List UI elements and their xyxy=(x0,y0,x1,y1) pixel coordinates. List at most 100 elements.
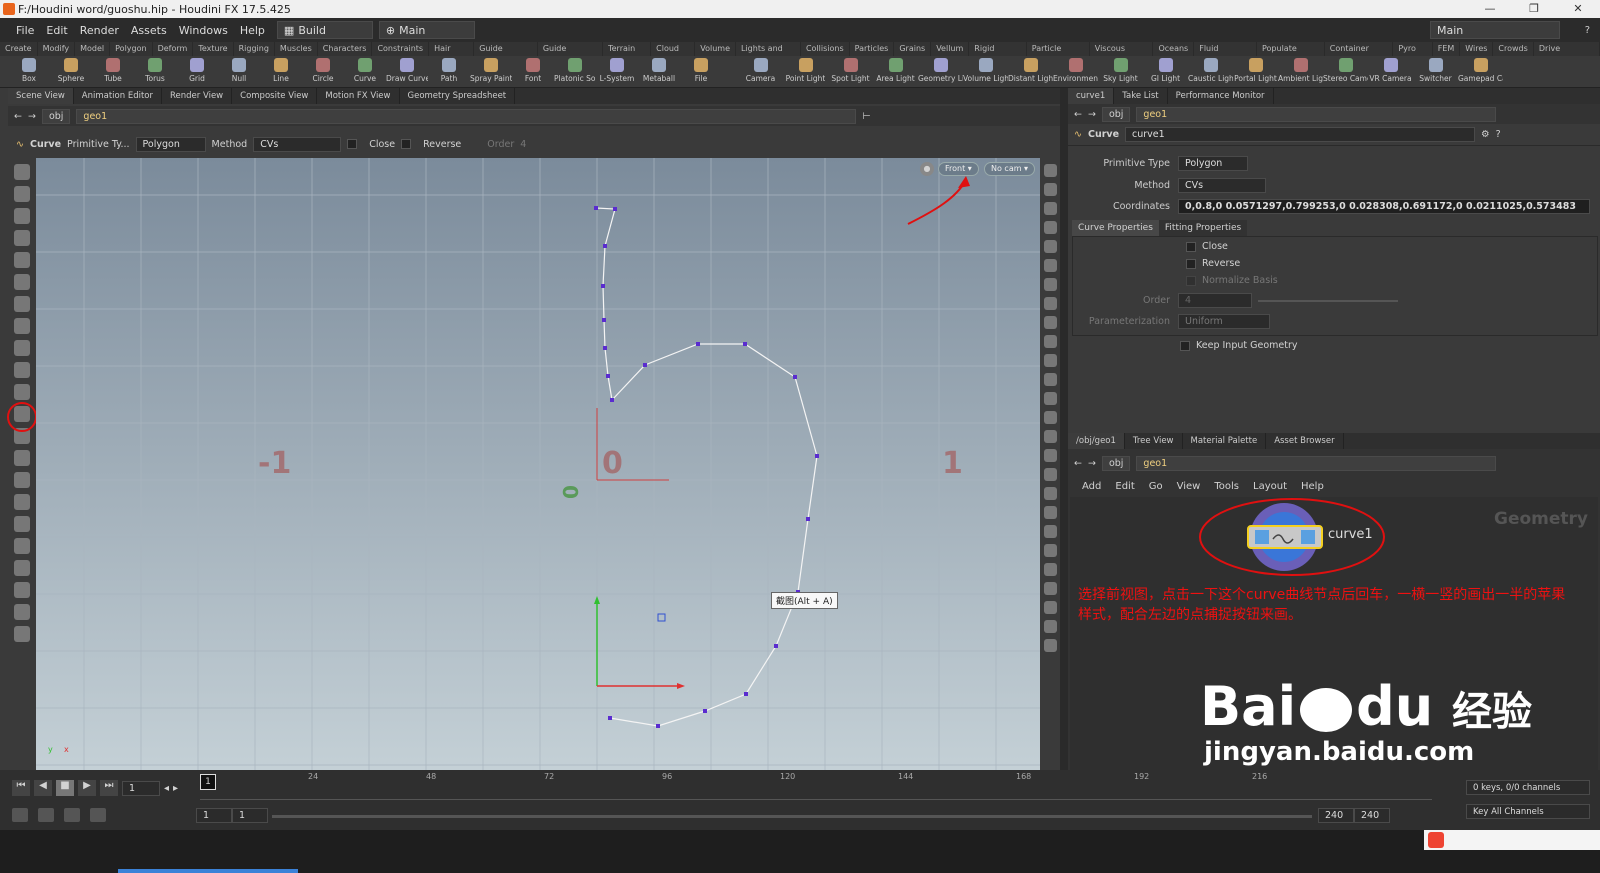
audio-icon[interactable] xyxy=(38,808,54,822)
pin-icon[interactable]: ⊢ xyxy=(862,111,870,122)
shelf-tool-2[interactable]: Tube xyxy=(92,56,134,87)
shelf-tab-right-14[interactable]: Wires xyxy=(1460,42,1494,56)
shelf-light-tool-9[interactable]: GI Light xyxy=(1143,56,1188,87)
shelf-tool-11[interactable]: Spray Paint xyxy=(470,56,512,87)
scene-viewport[interactable]: y x -1 0 1 0 ● Front ▾ No cam ▾ 截图(Alt +… xyxy=(36,158,1040,770)
viewport-tool-19-icon[interactable] xyxy=(14,582,30,598)
viewport-tool-20-icon[interactable] xyxy=(14,604,30,620)
start-frame-field[interactable]: 1 xyxy=(196,808,232,823)
shelf-tab-right-16[interactable]: Drive Simula... xyxy=(1534,42,1600,56)
desktop-main-dropdown[interactable]: ⊕ Main xyxy=(378,21,475,39)
scene-pane-tab-5[interactable]: Geometry Spreadsheet xyxy=(400,88,516,104)
param-coordinates-field[interactable]: 0,0.8,0 0.0571297,0.799253,0 0.028308,0.… xyxy=(1178,199,1590,214)
param-close-checkbox[interactable] xyxy=(1186,241,1196,252)
display-option-12-icon[interactable] xyxy=(1043,392,1057,405)
menu-help[interactable]: Help xyxy=(234,24,271,37)
net-path-obj[interactable]: obj xyxy=(1101,455,1131,471)
play-icon[interactable]: ▶ xyxy=(78,780,96,796)
display-option-8-icon[interactable] xyxy=(1043,316,1057,329)
desktop-build-dropdown[interactable]: ▦ Build xyxy=(276,21,373,39)
sogou-ime-icon[interactable] xyxy=(1428,832,1444,848)
param-path-geo[interactable]: geo1 xyxy=(1136,106,1497,122)
shelf-light-tool-2[interactable]: Spot Light xyxy=(828,56,873,87)
primitive-type-select[interactable]: Polygon xyxy=(135,136,206,152)
network-pane-tab-0[interactable]: /obj/geo1 xyxy=(1068,433,1125,449)
param-normalize-checkbox[interactable] xyxy=(1186,275,1196,286)
forward-arrow-icon[interactable]: → xyxy=(28,111,36,122)
display-option-0-icon[interactable] xyxy=(1043,164,1057,177)
shelf-tool-15[interactable]: Metaball xyxy=(638,56,680,87)
viewport-tool-3-icon[interactable] xyxy=(14,230,30,246)
minimize-icon[interactable]: — xyxy=(1468,0,1512,18)
shelf-tab-right-12[interactable]: Pyro FX xyxy=(1393,42,1433,56)
shelf-tool-10[interactable]: Path xyxy=(428,56,470,87)
range-end-field[interactable]: 240 xyxy=(1318,808,1354,823)
shelf-tab-right-15[interactable]: Crowds xyxy=(1493,42,1534,56)
param-pane-tab-1[interactable]: Take List xyxy=(1114,88,1168,104)
shelf-tab-left-1[interactable]: Modify xyxy=(38,42,76,56)
taskbar-active-item[interactable] xyxy=(118,869,298,873)
desktop-main-right-dropdown[interactable]: Main xyxy=(1430,21,1560,39)
param-parameterization-select[interactable]: Uniform xyxy=(1178,314,1270,329)
viewport-tool-2-icon[interactable] xyxy=(14,208,30,224)
help-node-icon[interactable]: ? xyxy=(1496,129,1501,140)
param-primitive-type-select[interactable]: Polygon xyxy=(1178,156,1248,171)
shelf-light-tool-0[interactable]: Camera xyxy=(738,56,783,87)
viewport-tool-17-icon[interactable] xyxy=(14,538,30,554)
viewport-canvas[interactable]: y x xyxy=(36,158,1040,770)
scene-pane-tab-4[interactable]: Motion FX View xyxy=(317,88,400,104)
step-back-icon[interactable]: ◂ xyxy=(164,783,169,794)
shelf-tab-right-13[interactable]: FEM xyxy=(1433,42,1461,56)
display-option-2-icon[interactable] xyxy=(1043,202,1057,215)
shelf-tool-9[interactable]: Draw Curve xyxy=(386,56,428,87)
scene-pane-tab-1[interactable]: Animation Editor xyxy=(74,88,162,104)
network-menu-6[interactable]: Help xyxy=(1301,481,1324,492)
shelf-tab-right-11[interactable]: Container Tools xyxy=(1325,42,1394,56)
network-menu-1[interactable]: Edit xyxy=(1115,481,1134,492)
param-back-arrow-icon[interactable]: ← xyxy=(1074,109,1082,120)
display-option-21-icon[interactable] xyxy=(1043,563,1057,576)
shelf-tab-left-15[interactable]: Volume xyxy=(695,42,736,56)
current-frame-field[interactable]: 1 xyxy=(122,780,160,796)
shelf-light-tool-7[interactable]: Environment Light xyxy=(1053,56,1098,87)
reverse-checkbox[interactable] xyxy=(401,139,412,149)
shelf-tab-left-10[interactable]: Hair Utils xyxy=(429,42,475,56)
step-forward-icon[interactable]: ▸ xyxy=(173,783,178,794)
scene-pane-tab-2[interactable]: Render View xyxy=(162,88,233,104)
display-option-23-icon[interactable] xyxy=(1043,601,1057,614)
display-option-1-icon[interactable] xyxy=(1043,183,1057,196)
network-pane-tab-1[interactable]: Tree View xyxy=(1125,433,1183,449)
viewport-tool-14-icon[interactable] xyxy=(14,472,30,488)
play-reverse-icon[interactable]: ◀ xyxy=(34,780,52,796)
display-option-7-icon[interactable] xyxy=(1043,297,1057,310)
shelf-light-tool-5[interactable]: Volume Light xyxy=(963,56,1008,87)
net-forward-arrow-icon[interactable]: → xyxy=(1088,458,1096,469)
shelf-tab-left-11[interactable]: Guide Process xyxy=(474,42,538,56)
param-order-field[interactable]: 4 xyxy=(1178,293,1252,308)
viewport-tool-7-icon[interactable] xyxy=(14,318,30,334)
viewport-tool-4-icon[interactable] xyxy=(14,252,30,268)
display-option-11-icon[interactable] xyxy=(1043,373,1057,386)
menu-assets[interactable]: Assets xyxy=(125,24,173,37)
loop-icon[interactable] xyxy=(64,808,80,822)
viewport-tool-16-icon[interactable] xyxy=(14,516,30,532)
go-start-icon[interactable]: ⏮ xyxy=(12,780,30,796)
param-method-select[interactable]: CVs xyxy=(1178,178,1266,193)
node-name-field[interactable]: curve1 xyxy=(1125,127,1476,142)
range-slider[interactable] xyxy=(272,815,1312,818)
shelf-tab-right-6[interactable]: Particle Fluids xyxy=(1027,42,1090,56)
shelf-tool-16[interactable]: File xyxy=(680,56,722,87)
lock-camera-icon[interactable]: ● xyxy=(920,162,934,176)
param-forward-arrow-icon[interactable]: → xyxy=(1088,109,1096,120)
network-pane-tab-2[interactable]: Material Palette xyxy=(1183,433,1267,449)
shelf-light-tool-10[interactable]: Caustic Light xyxy=(1188,56,1233,87)
shelf-light-tool-6[interactable]: Distant Light xyxy=(1008,56,1053,87)
shelf-tool-5[interactable]: Null xyxy=(218,56,260,87)
shelf-tab-left-7[interactable]: Muscles xyxy=(275,42,318,56)
display-option-24-icon[interactable] xyxy=(1043,620,1057,633)
viewport-tool-1-icon[interactable] xyxy=(14,186,30,202)
shelf-tab-right-9[interactable]: Fluid Contai... xyxy=(1194,42,1257,56)
view-front-button[interactable]: Front ▾ xyxy=(938,162,979,176)
display-option-17-icon[interactable] xyxy=(1043,487,1057,500)
shelf-tab-right-5[interactable]: Rigid Bodies xyxy=(969,42,1027,56)
